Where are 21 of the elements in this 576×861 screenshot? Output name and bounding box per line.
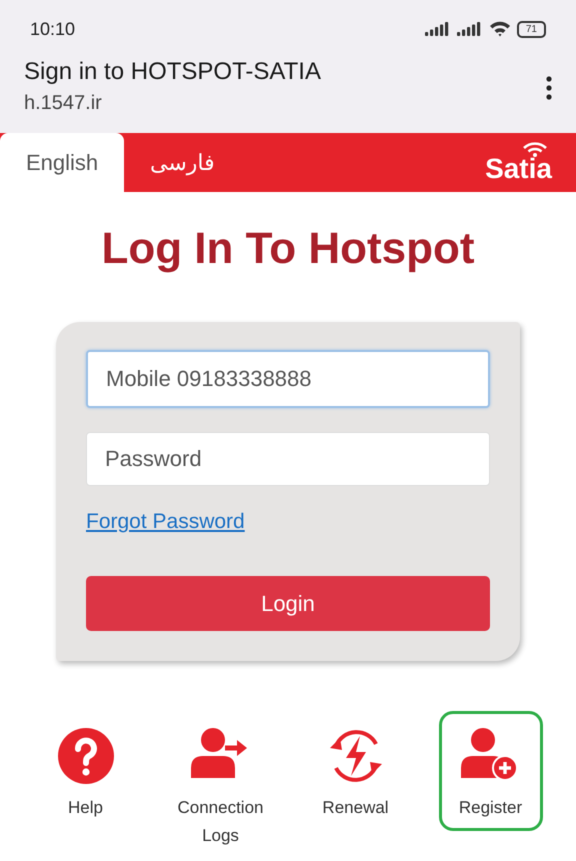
page-heading: Log In To Hotspot [100, 224, 476, 274]
status-time: 10:10 [30, 18, 76, 40]
battery-indicator: 71 [516, 20, 546, 38]
action-button[interactable]: Help [34, 711, 138, 831]
action-button[interactable]: Register [438, 711, 542, 831]
signal-icon [456, 22, 483, 36]
password-field[interactable]: Password [86, 432, 490, 486]
language-tab[interactable]: English [0, 133, 124, 192]
forgot-password-link[interactable]: Forgot Password [86, 510, 245, 534]
login-button[interactable]: Login [86, 576, 490, 631]
mobile-field[interactable]: Mobile 09183338888 [86, 350, 490, 408]
action-button[interactable]: Renewal [304, 711, 408, 831]
language-tab[interactable]: فارسی [124, 133, 241, 192]
page-title: Sign in to HOTSPOT-SATIA [24, 58, 321, 86]
action-button[interactable]: Connection Logs [168, 711, 272, 859]
wifi-icon [488, 21, 511, 37]
help-icon [56, 726, 116, 786]
satia-logo: Satia [485, 133, 552, 192]
page-url: h.1547.ir [24, 92, 103, 115]
signal-icon [424, 22, 451, 36]
more-menu-icon[interactable] [546, 76, 552, 100]
